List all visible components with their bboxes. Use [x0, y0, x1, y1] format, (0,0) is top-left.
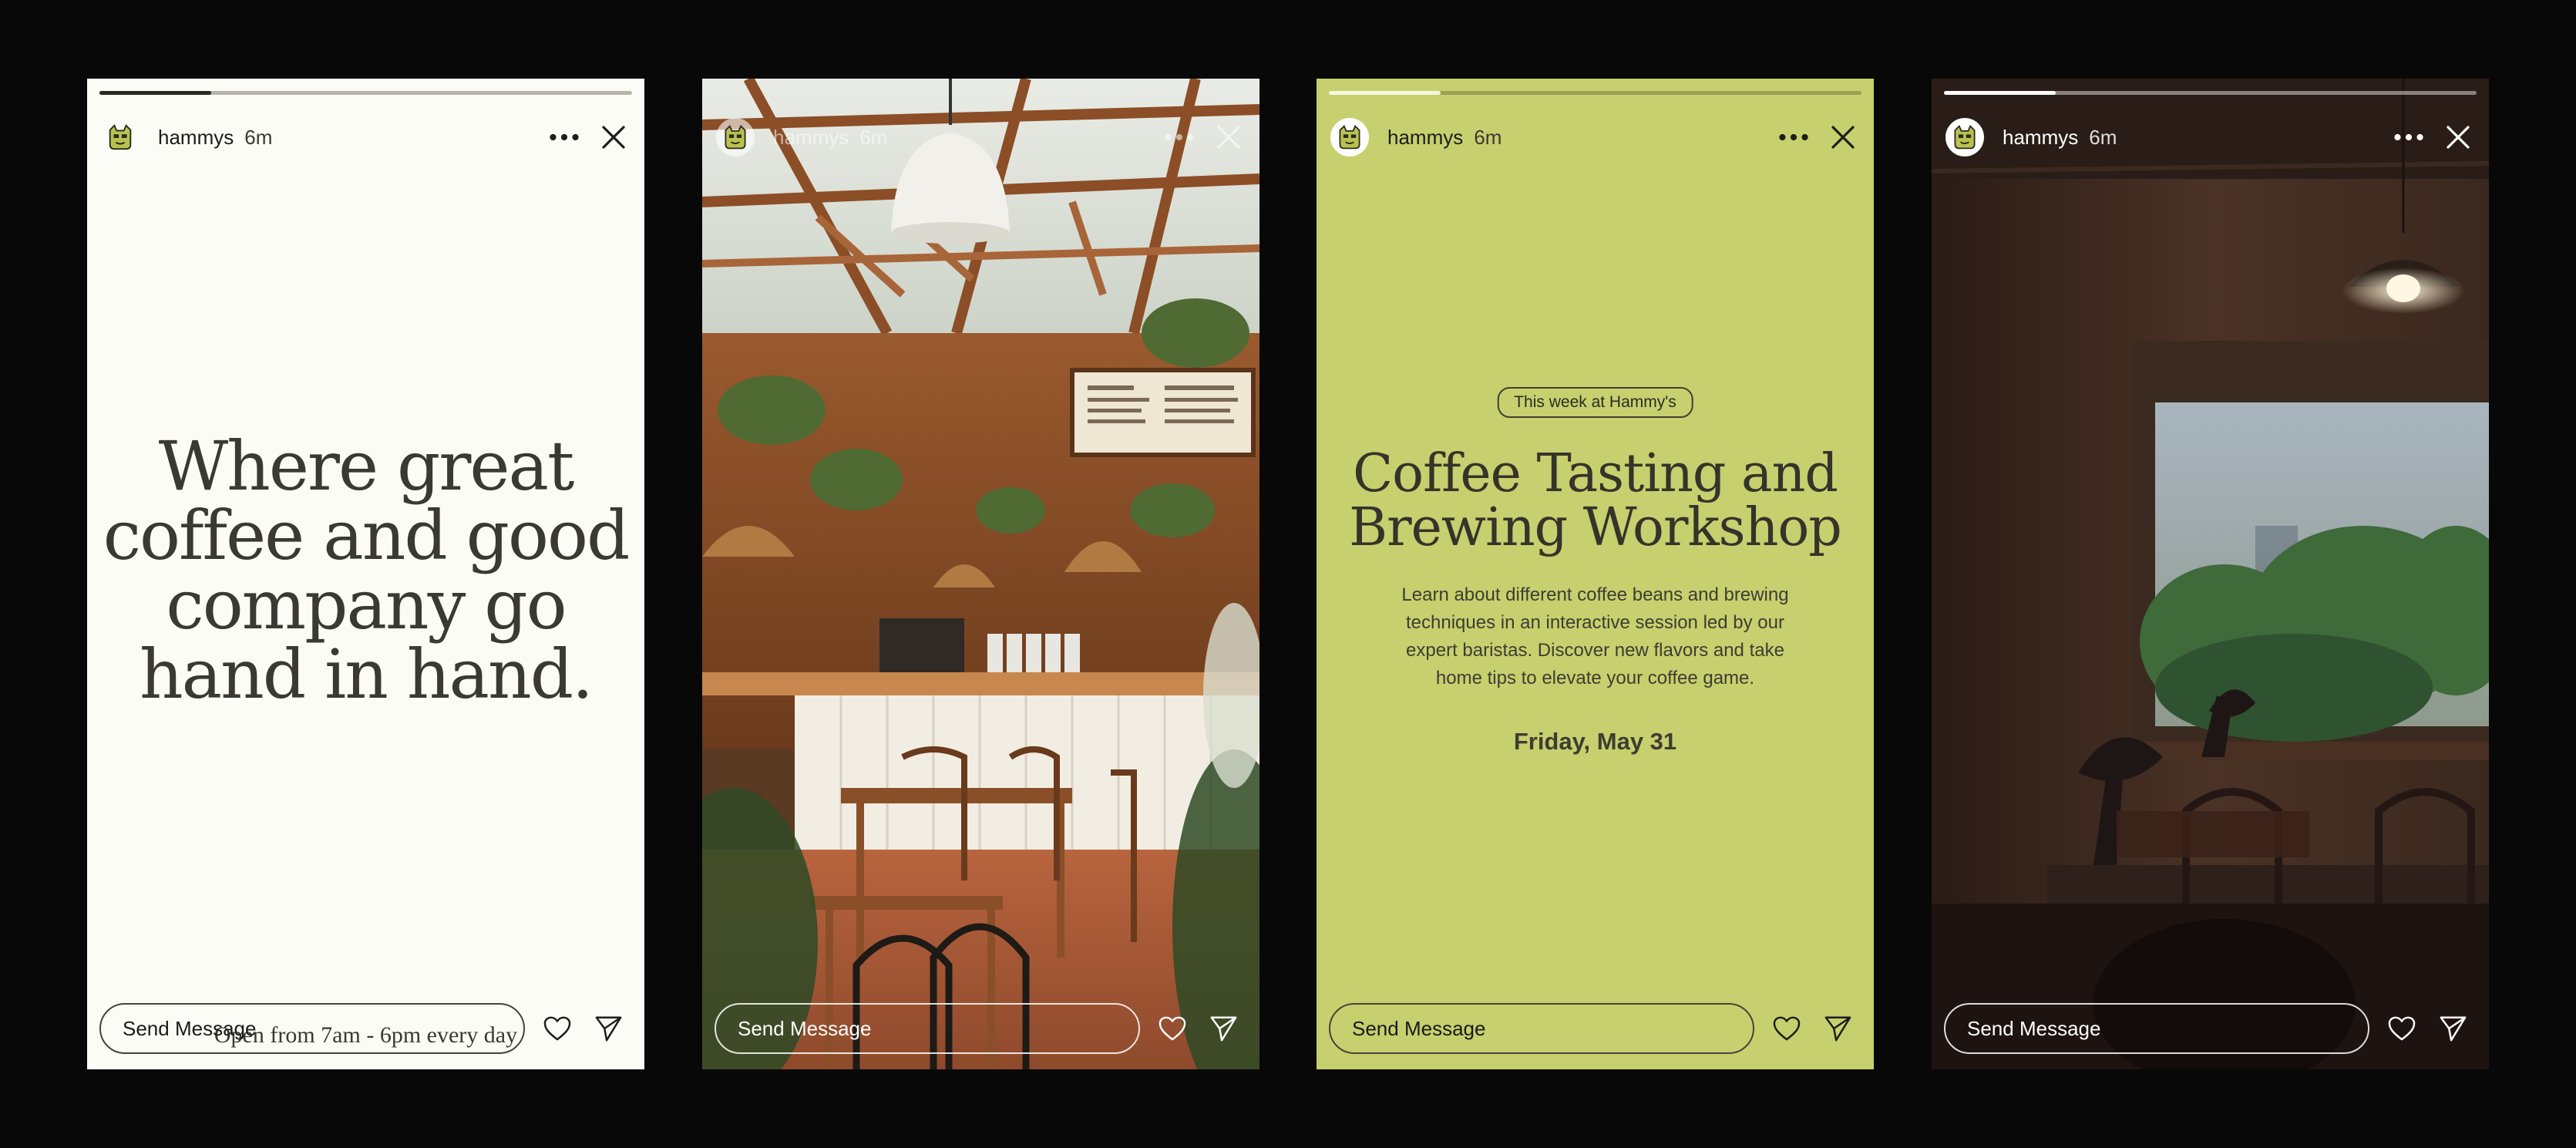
- headline-line: hand in hand.: [139, 635, 594, 714]
- story-card-4[interactable]: hammys 6m: [1932, 79, 2489, 1069]
- story-header: hammys 6m: [1945, 114, 2475, 160]
- send-message-input[interactable]: [99, 1003, 525, 1054]
- close-icon: [1831, 125, 1855, 150]
- send-icon: [1823, 1014, 1852, 1043]
- close-icon: [601, 125, 626, 150]
- event-date: Friday, May 31: [1513, 728, 1677, 755]
- headline-line: Brewing Workshop: [1349, 497, 1842, 558]
- share-button[interactable]: [2433, 1008, 2473, 1049]
- mascot-avatar-icon: [1336, 123, 1364, 151]
- like-button[interactable]: [1152, 1008, 1192, 1049]
- heart-icon: [1772, 1015, 1801, 1042]
- username[interactable]: hammys: [773, 126, 849, 150]
- close-button[interactable]: [1826, 120, 1860, 154]
- avatar[interactable]: [1330, 118, 1369, 157]
- close-icon: [2446, 125, 2470, 150]
- share-button[interactable]: [1818, 1008, 1858, 1049]
- story-progress-bar: [1944, 91, 2477, 95]
- send-message-input[interactable]: [1329, 1003, 1754, 1054]
- story-progress-bar: [715, 91, 1247, 95]
- send-message-input[interactable]: [715, 1003, 1140, 1054]
- headline-line: company go: [166, 565, 567, 645]
- story-footer: [715, 1002, 1247, 1055]
- headline-line: Coffee Tasting and: [1353, 443, 1838, 504]
- story-progress-fill: [99, 91, 212, 95]
- close-icon: [1216, 125, 1241, 150]
- event-title: Coffee Tasting and Brewing Workshop: [1317, 447, 1874, 555]
- heart-icon: [2387, 1015, 2416, 1042]
- more-dots-icon: [2393, 133, 2424, 142]
- cafe-window-photo: [1932, 79, 2489, 1069]
- send-icon: [2438, 1014, 2467, 1043]
- mascot-avatar-icon: [721, 123, 749, 151]
- more-options-button[interactable]: [547, 120, 581, 154]
- more-options-button[interactable]: [1162, 120, 1196, 154]
- story-card-3[interactable]: hammys 6m This week at Hammy's Coffee Ta…: [1317, 79, 1874, 1069]
- story-header: hammys 6m: [101, 114, 631, 160]
- close-button[interactable]: [1212, 120, 1246, 154]
- story-progress-fill: [1329, 91, 1441, 95]
- story-progress-fill: [1944, 91, 2056, 95]
- avatar[interactable]: [716, 118, 755, 157]
- close-button[interactable]: [597, 120, 631, 154]
- avatar[interactable]: [101, 118, 140, 157]
- like-button[interactable]: [1767, 1008, 1807, 1049]
- more-options-button[interactable]: [1777, 120, 1811, 154]
- post-time: 6m: [2089, 125, 2117, 149]
- send-icon: [594, 1014, 623, 1043]
- story-header: hammys 6m: [1330, 114, 1860, 160]
- post-time: 6m: [244, 125, 273, 149]
- headline-line: Where great: [158, 426, 575, 506]
- mascot-avatar-icon: [106, 123, 135, 152]
- story-progress-bar: [1329, 91, 1861, 95]
- more-options-button[interactable]: [2392, 120, 2426, 154]
- story-header: hammys 6m: [716, 114, 1246, 160]
- event-badge: This week at Hammy's: [1497, 387, 1693, 418]
- cafe-interior-photo: [702, 79, 1259, 1069]
- post-time: 6m: [1474, 125, 1502, 149]
- story-footer: [99, 1002, 632, 1055]
- headline-line: coffee and good: [103, 496, 631, 575]
- more-dots-icon: [1164, 133, 1195, 142]
- story-footer: [1329, 1002, 1861, 1055]
- story-progress-bar: [99, 91, 632, 95]
- share-button[interactable]: [588, 1008, 628, 1049]
- heart-icon: [543, 1015, 572, 1042]
- mascot-avatar-icon: [1951, 123, 1979, 151]
- more-dots-icon: [549, 133, 580, 142]
- post-time: 6m: [859, 125, 888, 149]
- heart-icon: [1158, 1015, 1187, 1042]
- avatar[interactable]: [1945, 118, 1984, 157]
- story-headline: Where great coffee and good company go h…: [87, 432, 644, 709]
- username[interactable]: hammys: [1387, 126, 1463, 150]
- event-description: Learn about different coffee beans and b…: [1401, 584, 1789, 688]
- more-dots-icon: [1778, 133, 1809, 142]
- story-card-1[interactable]: hammys 6m Where great coffee and good co…: [87, 79, 644, 1069]
- share-button[interactable]: [1203, 1008, 1243, 1049]
- story-footer: [1944, 1002, 2477, 1055]
- like-button[interactable]: [537, 1008, 577, 1049]
- username[interactable]: hammys: [2003, 126, 2078, 150]
- username[interactable]: hammys: [158, 126, 234, 150]
- like-button[interactable]: [2382, 1008, 2422, 1049]
- story-card-2[interactable]: hammys 6m: [702, 79, 1259, 1069]
- close-button[interactable]: [2441, 120, 2475, 154]
- send-icon: [1209, 1014, 1238, 1043]
- send-message-input[interactable]: [1944, 1003, 2369, 1054]
